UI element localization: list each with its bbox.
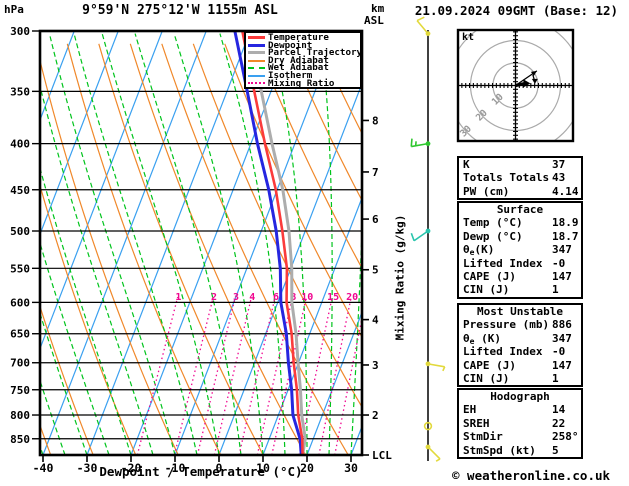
legend-item: Mixing Ratio [248, 77, 360, 89]
legend-item-label: Mixing Ratio [268, 77, 335, 89]
table-row-label: Pressure (mb) [463, 318, 550, 332]
table-row-value: 347 [552, 243, 572, 257]
table-row-label: SREH [463, 416, 490, 430]
table-row-value: 1 [552, 283, 559, 297]
legend-line-sample [248, 74, 265, 77]
table-section-header: Surface [496, 203, 544, 216]
table-row: CAPE (J) 147 [459, 270, 581, 283]
pressure-axis-unit: hPa [4, 3, 24, 16]
table-row: K 37 [459, 158, 581, 171]
table-row-value: 18.9 [552, 216, 579, 230]
legend: Temperature Dewpoint Parcel Trajectory Dry … [244, 31, 362, 89]
mixing-ratio-axis-label: Mixing Ratio (g/kg) [393, 214, 407, 341]
indices-table: K 37 Totals Totals 43 PW (cm) 4.14 [457, 156, 583, 201]
copyright-text: © weatheronline.co.uk [452, 468, 611, 483]
legend-line-sample [248, 59, 265, 62]
legend-line-sample [248, 51, 265, 55]
table-row: θe (K) 347 [459, 331, 581, 346]
table-row: StmSpd (kt) 5 [459, 444, 581, 457]
table-row-value: 43 [552, 171, 566, 185]
table-row-label: PW (cm) [463, 184, 510, 198]
table-row-label: θe (K) [463, 331, 501, 346]
page-title: 9°59'N 275°12'W 1155m ASL [82, 3, 278, 18]
table-row: CAPE (J) 147 [459, 359, 581, 372]
table-row-label: CIN (J) [463, 283, 510, 297]
table-row-value: 18.7 [552, 229, 579, 243]
legend-line-sample [248, 82, 265, 85]
indices-table: Surface Temp (°C) 18.9 Dewp (°C) 18.7 θe(K) 34… [457, 201, 583, 299]
indices-table: Hodograph EH 14 SREH 22 StmDir 258° StmSpd (kt)… [457, 388, 583, 459]
table-row-value: 1 [552, 371, 559, 385]
legend-line-sample [248, 67, 265, 70]
table-section-header: Hodograph [490, 390, 550, 403]
table-row-label: Temp (°C) [463, 216, 523, 230]
table-row-value: -0 [552, 256, 566, 270]
table-row: SREH 22 [459, 417, 581, 430]
table-row: Totals Totals 43 [459, 171, 581, 184]
table-row-label: Lifted Index [463, 256, 543, 270]
indices-table: Most Unstable Pressure (mb) 886 θe (K) 347 Li… [457, 303, 583, 388]
table-row-label: Dewp (°C) [463, 229, 523, 243]
table-section-header: Most Unstable [476, 305, 564, 318]
lcl-marker-label: LCL [372, 449, 392, 462]
table-row-value: 22 [552, 416, 566, 430]
table-row: EH 14 [459, 403, 581, 416]
table-row-label: θe(K) [463, 243, 495, 258]
table-row-label: EH [463, 403, 477, 417]
table-row: Dewp (°C) 18.7 [459, 230, 581, 243]
skewt-sounding-page: { "header": { "pressure_unit": "hPa", "t… [0, 0, 629, 486]
temperature-axis-title: Dewpoint / Temperature (°C) [99, 464, 303, 479]
table-row: Pressure (mb) 886 [459, 318, 581, 331]
table-row-label: CAPE (J) [463, 269, 516, 283]
table-row-value: 14 [552, 403, 566, 417]
table-row: CIN (J) 1 [459, 372, 581, 385]
table-row-value: 258° [552, 430, 579, 444]
table-row-value: 4.14 [552, 184, 579, 198]
table-row: Lifted Index -0 [459, 257, 581, 270]
table-row-value: 147 [552, 269, 572, 283]
table-row-label: Totals Totals [463, 171, 550, 185]
table-row: CIN (J) 1 [459, 283, 581, 296]
table-row: PW (cm) 4.14 [459, 185, 581, 198]
table-row-label: StmDir [463, 430, 503, 444]
legend-line-sample [248, 43, 265, 47]
table-row-label: K [463, 158, 470, 171]
table-row-value: 886 [552, 318, 572, 332]
table-row-value: 37 [552, 158, 566, 171]
table-row: Lifted Index -0 [459, 345, 581, 358]
table-row: StmDir 258° [459, 430, 581, 443]
run-date-title: 21.09.2024 09GMT (Base: 12) [414, 3, 619, 18]
table-row-label: Lifted Index [463, 345, 543, 359]
table-row-label: CIN (J) [463, 371, 510, 385]
table-row-value: 347 [552, 331, 572, 345]
table-row-label: CAPE (J) [463, 358, 516, 372]
hodograph-unit-label: kt [462, 32, 475, 43]
altitude-axis-unit-asl: ASL [364, 14, 384, 27]
table-row-value: 5 [552, 443, 559, 457]
table-row: Temp (°C) 18.9 [459, 216, 581, 229]
table-row-value: -0 [552, 345, 566, 359]
table-row-value: 147 [552, 358, 572, 372]
legend-line-sample [248, 36, 265, 40]
table-row: θe(K) 347 [459, 243, 581, 258]
table-row-label: StmSpd (kt) [463, 443, 536, 457]
